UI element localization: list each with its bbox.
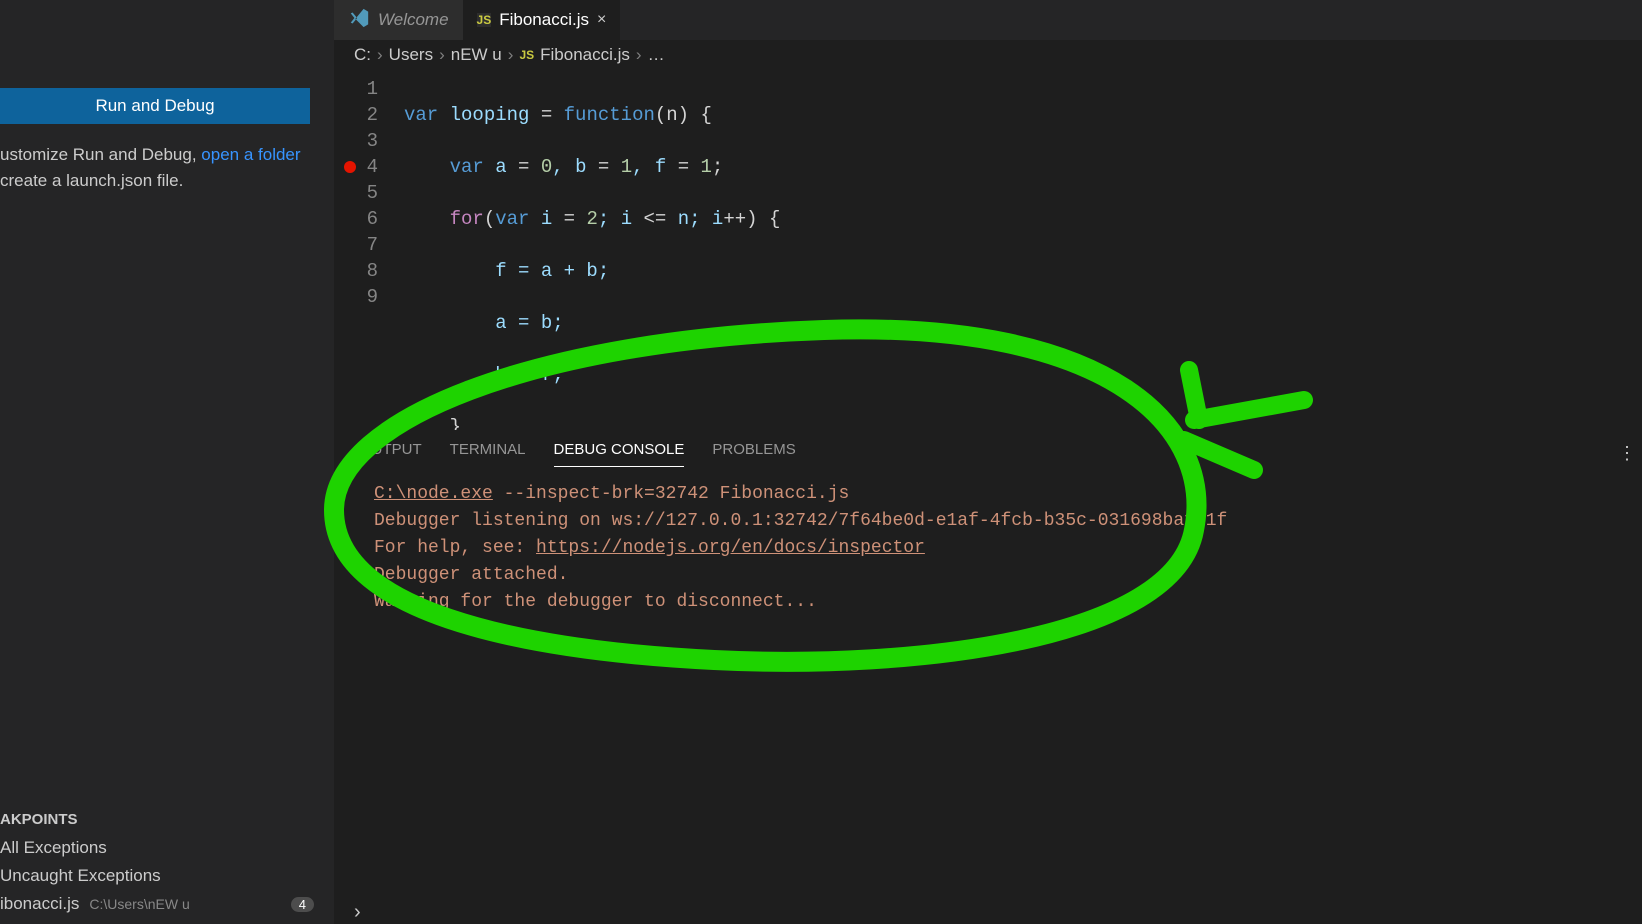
t: a <box>484 156 518 178</box>
tab-debug-console[interactable]: DEBUG CONSOLE <box>554 441 685 467</box>
app-root: Run and Debug ustomize Run and Debug, op… <box>0 0 1642 924</box>
js-icon: JS <box>519 48 534 62</box>
debug-console-output[interactable]: C:\node.exe --inspect-brk=32742 Fibonacc… <box>334 467 1642 630</box>
t: 1 <box>701 156 712 178</box>
console-text: Debugger attached. <box>374 562 1602 589</box>
t: f = a + b; <box>404 260 609 282</box>
t: n; i <box>666 208 723 230</box>
line-number[interactable]: 6 <box>334 206 404 232</box>
debug-sidebar: Run and Debug ustomize Run and Debug, op… <box>0 0 334 924</box>
bottom-panel: OUTPUT TERMINAL DEBUG CONSOLE PROBLEMS ⋮… <box>334 430 1642 924</box>
console-text: For help, see: <box>374 538 536 558</box>
bp-line-badge: 4 <box>291 897 314 912</box>
t: ) { <box>746 208 780 230</box>
line-number[interactable]: 1 <box>334 76 404 102</box>
t: , b <box>552 156 598 178</box>
bp-file-name: ibonacci.js <box>0 894 79 914</box>
t: var <box>404 104 438 126</box>
console-text: --inspect-brk=32742 Fibonacci.js <box>493 484 849 504</box>
t: i <box>529 208 563 230</box>
t: 2 <box>586 208 597 230</box>
open-folder-link[interactable]: open a folder <box>201 145 300 164</box>
editor-tabs: Welcome JS Fibonacci.js × <box>334 0 1642 40</box>
chevron-right-icon: › <box>636 45 642 65</box>
t: ; i <box>598 208 644 230</box>
console-text: Waiting for the debugger to disconnect..… <box>374 589 1602 616</box>
chevron-right-icon: › <box>439 45 445 65</box>
ln4: 4 <box>367 156 378 178</box>
tab-fibonacci-label: Fibonacci.js <box>499 10 589 30</box>
line-number[interactable]: 5 <box>334 180 404 206</box>
t: = <box>564 208 587 230</box>
t: for <box>404 208 484 230</box>
tab-output[interactable]: OUTPUT <box>360 441 422 467</box>
close-icon[interactable]: × <box>597 11 606 29</box>
chevron-right-icon: › <box>377 45 383 65</box>
t: function <box>552 104 655 126</box>
crumb-file[interactable]: Fibonacci.js <box>540 45 630 65</box>
t: var <box>495 208 529 230</box>
bp-all-exceptions[interactable]: All Exceptions <box>0 834 334 862</box>
t: 1 <box>621 156 632 178</box>
tab-welcome-label: Welcome <box>378 10 449 30</box>
vscode-icon <box>348 7 370 34</box>
tab-terminal[interactable]: TERMINAL <box>450 441 526 467</box>
bp-file-entry[interactable]: ibonacci.js C:\Users\nEW u 4 <box>0 890 334 918</box>
breakpoints-header[interactable]: AKPOINTS <box>0 805 334 834</box>
crumb-c[interactable]: C: <box>354 45 371 65</box>
breadcrumb[interactable]: C: › Users › nEW u › JS Fibonacci.js › … <box>334 40 1642 70</box>
chevron-right-icon: › <box>508 45 514 65</box>
t: ; <box>712 156 723 178</box>
run-and-debug-button[interactable]: Run and Debug <box>0 88 310 124</box>
line-number[interactable]: 3 <box>334 128 404 154</box>
editor-area: Welcome JS Fibonacci.js × C: › Users › n… <box>334 0 1642 924</box>
hint-text-prefix: ustomize Run and Debug, <box>0 145 201 164</box>
hint-text-suffix: create a launch.json file. <box>0 171 183 190</box>
t: b = f; <box>404 364 564 386</box>
tab-problems[interactable]: PROBLEMS <box>712 441 795 467</box>
t: <= <box>644 208 667 230</box>
breakpoints-section: AKPOINTS All Exceptions Uncaught Excepti… <box>0 805 334 924</box>
console-link[interactable]: https://nodejs.org/en/docs/inspector <box>536 538 925 558</box>
js-icon: JS <box>477 13 492 27</box>
bp-uncaught-exceptions[interactable]: Uncaught Exceptions <box>0 862 334 890</box>
t: (n) { <box>655 104 712 126</box>
breakpoint-dot-icon[interactable] <box>344 161 356 173</box>
sidebar-hint: ustomize Run and Debug, open a folder cr… <box>0 142 334 195</box>
debug-prompt-icon[interactable]: › <box>354 901 361 924</box>
t: a = b; <box>404 312 564 334</box>
console-text: Debugger listening on ws://127.0.0.1:327… <box>374 508 1602 535</box>
t: = <box>518 156 541 178</box>
t: = <box>541 104 552 126</box>
line-number[interactable]: 9 <box>334 284 404 310</box>
t: ++ <box>723 208 746 230</box>
panel-tabs: OUTPUT TERMINAL DEBUG CONSOLE PROBLEMS <box>334 431 1642 467</box>
console-link[interactable]: C:\node.exe <box>374 484 493 504</box>
bp-file-path: C:\Users\nEW u <box>89 896 189 912</box>
line-number[interactable]: 2 <box>334 102 404 128</box>
t: = <box>678 156 701 178</box>
t: , f <box>632 156 678 178</box>
tab-fibonacci[interactable]: JS Fibonacci.js × <box>463 0 621 40</box>
crumb-more[interactable]: … <box>648 45 665 65</box>
crumb-newu[interactable]: nEW u <box>451 45 502 65</box>
t: var <box>404 156 484 178</box>
t: ( <box>484 208 495 230</box>
t: = <box>598 156 621 178</box>
line-number[interactable]: 4 <box>334 154 404 180</box>
line-number[interactable]: 8 <box>334 258 404 284</box>
t: looping <box>438 104 541 126</box>
t: 0 <box>541 156 552 178</box>
line-number[interactable]: 7 <box>334 232 404 258</box>
crumb-users[interactable]: Users <box>389 45 433 65</box>
tab-welcome[interactable]: Welcome <box>334 0 463 40</box>
panel-more-icon[interactable]: ⋮ <box>1618 443 1636 464</box>
